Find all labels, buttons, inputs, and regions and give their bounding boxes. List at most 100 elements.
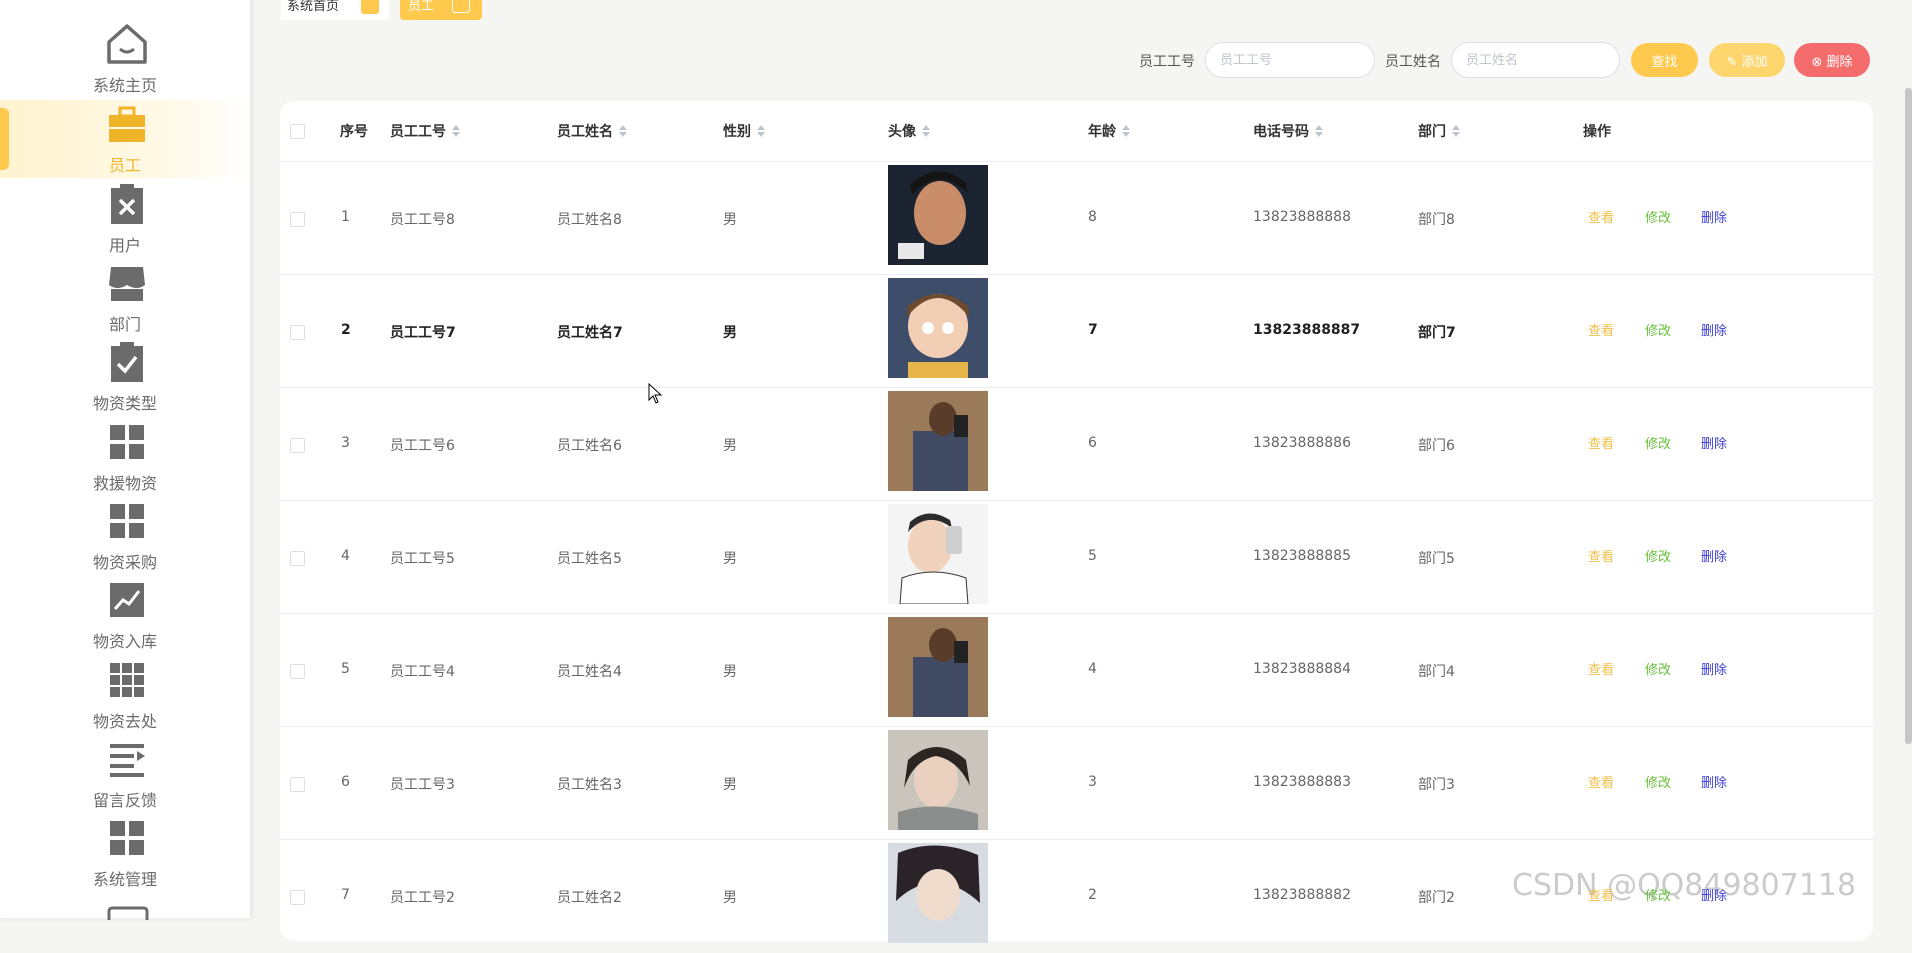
delete-link[interactable]: 删除 [1701,433,1727,452]
table-row[interactable] [280,161,1873,275]
emp-name-input[interactable] [1451,42,1620,78]
view-link[interactable]: 查看 [1588,207,1614,226]
sort-icon[interactable] [922,125,930,137]
emp-name-label: 员工姓名 [1385,54,1441,70]
sort-icon[interactable] [619,125,627,137]
col-avatar[interactable]: 头像 [888,121,930,141]
grid-icon [110,504,144,538]
briefcase-icon [109,106,145,142]
cell-index: 1 [341,209,350,225]
tab-employee[interactable]: 员工 [400,0,482,20]
row-checkbox[interactable] [290,551,305,566]
table-row[interactable] [280,274,1873,388]
chevron-icon[interactable] [452,0,470,13]
add-button[interactable]: ✎ 添加 [1709,43,1785,77]
avatar [888,165,988,265]
cell-dept: 部门4 [1418,664,1455,680]
sidebar-item-rescue-material[interactable]: 救援物资 [0,418,250,496]
sort-icon[interactable] [1452,125,1460,137]
cell-emp-no: 员工工号5 [390,551,455,567]
list-icon [110,744,145,777]
view-link[interactable]: 查看 [1588,659,1614,678]
sidebar-item-label: 系统管理 [92,870,157,889]
view-link[interactable]: 查看 [1588,320,1614,339]
view-link[interactable]: 查看 [1588,546,1614,565]
select-all-checkbox[interactable] [290,124,305,139]
col-emp-no[interactable]: 员工工号 [390,121,460,141]
mouse-cursor-icon [648,383,663,404]
avatar [888,843,988,943]
cell-gender: 男 [723,664,737,680]
edit-link[interactable]: 修改 [1645,207,1671,226]
delete-link[interactable]: 删除 [1701,772,1727,791]
edit-link[interactable]: 修改 [1645,546,1671,565]
col-emp-name[interactable]: 员工姓名 [557,121,627,141]
view-link[interactable]: 查看 [1588,433,1614,452]
sort-icon[interactable] [757,125,765,137]
sidebar-item-dept[interactable]: 部门 [0,259,250,337]
row-checkbox[interactable] [290,664,305,679]
cell-emp-no: 员工工号8 [390,212,455,228]
col-dept[interactable]: 部门 [1418,121,1460,141]
view-link[interactable]: 查看 [1588,772,1614,791]
sidebar-item-label: 物资去处 [92,712,157,731]
col-age[interactable]: 年龄 [1088,121,1130,141]
cell-index: 6 [341,774,350,790]
delete-link[interactable]: 删除 [1701,546,1727,565]
sidebar-item-purchase[interactable]: 物资采购 [0,497,250,575]
sidebar-item-stock-in[interactable]: 物资入库 [0,576,250,654]
cell-gender: 男 [723,212,737,228]
search-button[interactable]: 查找 [1631,43,1698,77]
table-row[interactable] [280,613,1873,727]
edit-link[interactable]: 修改 [1645,772,1671,791]
col-age-label: 年龄 [1088,124,1116,140]
table-row[interactable] [280,387,1873,501]
tab-home[interactable]: 系统首页 [281,0,389,20]
cell-gender: 男 [723,325,737,341]
sort-icon[interactable] [1122,125,1130,137]
sidebar-item-user[interactable]: 用户 [0,180,250,258]
row-checkbox[interactable] [290,890,305,905]
cell-index: 4 [341,548,350,564]
table-row[interactable] [280,726,1873,840]
sidebar-item-material-type[interactable]: 物资类型 [0,338,250,416]
sidebar-item-label: 物资类型 [92,394,157,413]
sidebar-item-label: 员工 [108,156,141,175]
emp-no-input[interactable] [1205,42,1375,78]
sidebar-item-feedback[interactable]: 留言反馈 [0,735,250,813]
sort-icon[interactable] [1315,125,1323,137]
delete-link[interactable]: 删除 [1701,320,1727,339]
row-checkbox[interactable] [290,438,305,453]
add-icon: ✎ [1726,54,1742,70]
sidebar-item-destination[interactable]: 物资去处 [0,656,250,734]
scrollbar[interactable] [1905,88,1912,744]
delete-link[interactable]: 删除 [1701,885,1727,904]
sidebar-item-employee[interactable]: 员工 [0,100,250,178]
cell-age: 5 [1088,548,1097,564]
edit-link[interactable]: 修改 [1645,885,1671,904]
edit-link[interactable]: 修改 [1645,320,1671,339]
sidebar-item-label: 用户 [108,236,141,255]
row-checkbox[interactable] [290,777,305,792]
delete-button[interactable]: ⊗ 删除 [1794,43,1870,77]
edit-link[interactable]: 修改 [1645,659,1671,678]
cell-age: 8 [1088,209,1097,225]
col-ops: 操作 [1583,124,1611,140]
sort-icon[interactable] [452,125,460,137]
trend-chart-icon [110,583,144,617]
col-phone[interactable]: 电话号码 [1253,121,1323,141]
table-row[interactable] [280,500,1873,614]
edit-link[interactable]: 修改 [1645,433,1671,452]
sidebar-item-system[interactable]: 系统管理 [0,814,250,892]
row-checkbox[interactable] [290,325,305,340]
cell-emp-no: 员工工号6 [390,438,455,454]
chevron-icon[interactable] [361,0,379,14]
cell-phone: 13823888882 [1253,887,1351,903]
tab-employee-label: 员工 [408,0,435,14]
sidebar-item-home[interactable]: 系统主页 [0,20,250,98]
view-link[interactable]: 查看 [1588,885,1614,904]
delete-link[interactable]: 删除 [1701,659,1727,678]
delete-link[interactable]: 删除 [1701,207,1727,226]
row-checkbox[interactable] [290,212,305,227]
col-gender[interactable]: 性别 [723,121,765,141]
